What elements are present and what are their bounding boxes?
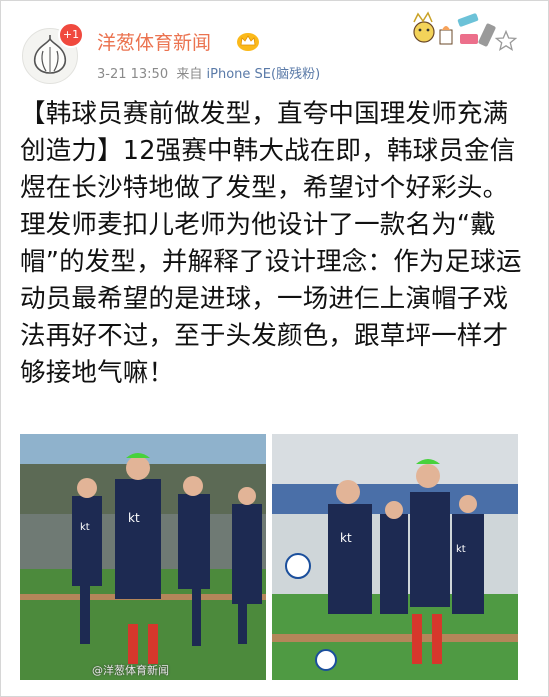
player-with-ball-photo[interactable]: kt kt [272,434,518,680]
post-meta: 3-21 13:50 来自 iPhone SE(脑残粉) [97,63,320,82]
post-source[interactable]: iPhone SE(脑残粉) [207,67,321,82]
team-training-photo[interactable]: kt kt [20,434,266,680]
notification-badge: +1 [58,22,84,48]
source-prefix: 来自 [176,67,203,82]
kit-logo-text: kt [128,511,140,525]
username[interactable]: 洋葱体育新闻 [97,28,211,55]
kit-logo-text: kt [80,522,90,533]
crown-icon [237,33,259,51]
sticker-decoration-icon [413,11,496,47]
star-outline-icon[interactable] [495,30,517,52]
kit-logo-text: kt [456,544,466,555]
photo-watermark: @洋葱体育新闻 [92,664,169,677]
kit-logo-text: kt [340,531,352,545]
post-time: 3-21 13:50 [97,67,169,82]
post-body-text: 【韩球员赛前做发型，直夸中国理发师充满创造力】12强赛中韩大战在即，韩球员金信煜… [20,99,522,388]
